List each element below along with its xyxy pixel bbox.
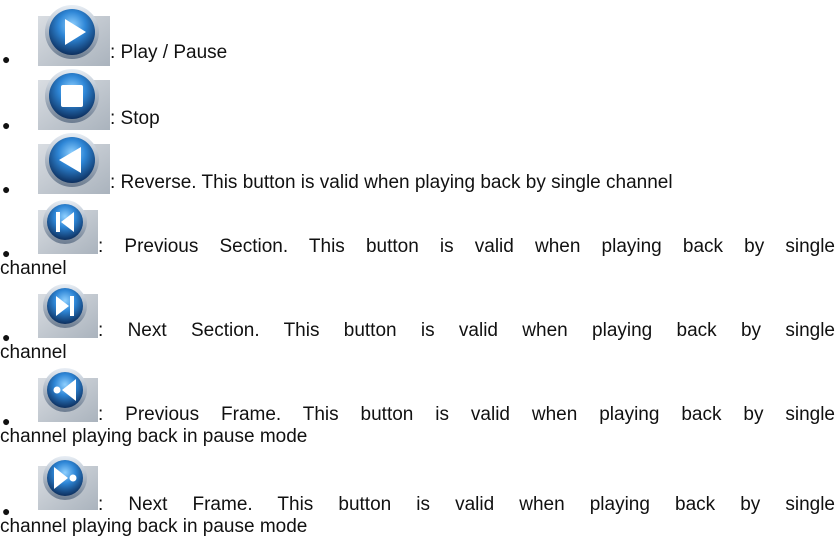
list-item: ● : Previous Frame. This button is valid… (0, 364, 835, 447)
item-text: : Previous Section. This button is valid… (98, 236, 835, 257)
item-text-continuation: channel playing back in pause mode (0, 516, 308, 537)
bullet: ● (2, 181, 11, 197)
item-text: : Next Section. This button is valid whe… (98, 320, 835, 341)
item-text: : Play / Pause (110, 42, 228, 63)
list-item: ● : Next Frame. This button is valid whe… (0, 448, 835, 538)
item-text-continuation: channel (0, 342, 67, 363)
stop-icon (34, 66, 110, 130)
next-frame-icon (34, 452, 98, 510)
item-text: : Reverse. This button is valid when pla… (110, 172, 673, 193)
item-text-continuation: channel playing back in pause mode (0, 426, 308, 447)
reverse-icon (34, 130, 110, 194)
previous-section-icon (34, 196, 98, 254)
item-text: : Previous Frame. This button is valid w… (98, 404, 835, 425)
item-text: : Next Frame. This button is valid when … (98, 494, 835, 515)
previous-frame-icon (34, 364, 98, 422)
list-item: ● : Next Section. This button is valid w… (0, 280, 835, 363)
list-item: ● : Previous Section. This button is val… (0, 196, 835, 279)
next-section-icon (34, 280, 98, 338)
item-text-continuation: channel (0, 258, 67, 279)
play-icon (34, 2, 110, 66)
item-text: : Stop (110, 108, 160, 129)
